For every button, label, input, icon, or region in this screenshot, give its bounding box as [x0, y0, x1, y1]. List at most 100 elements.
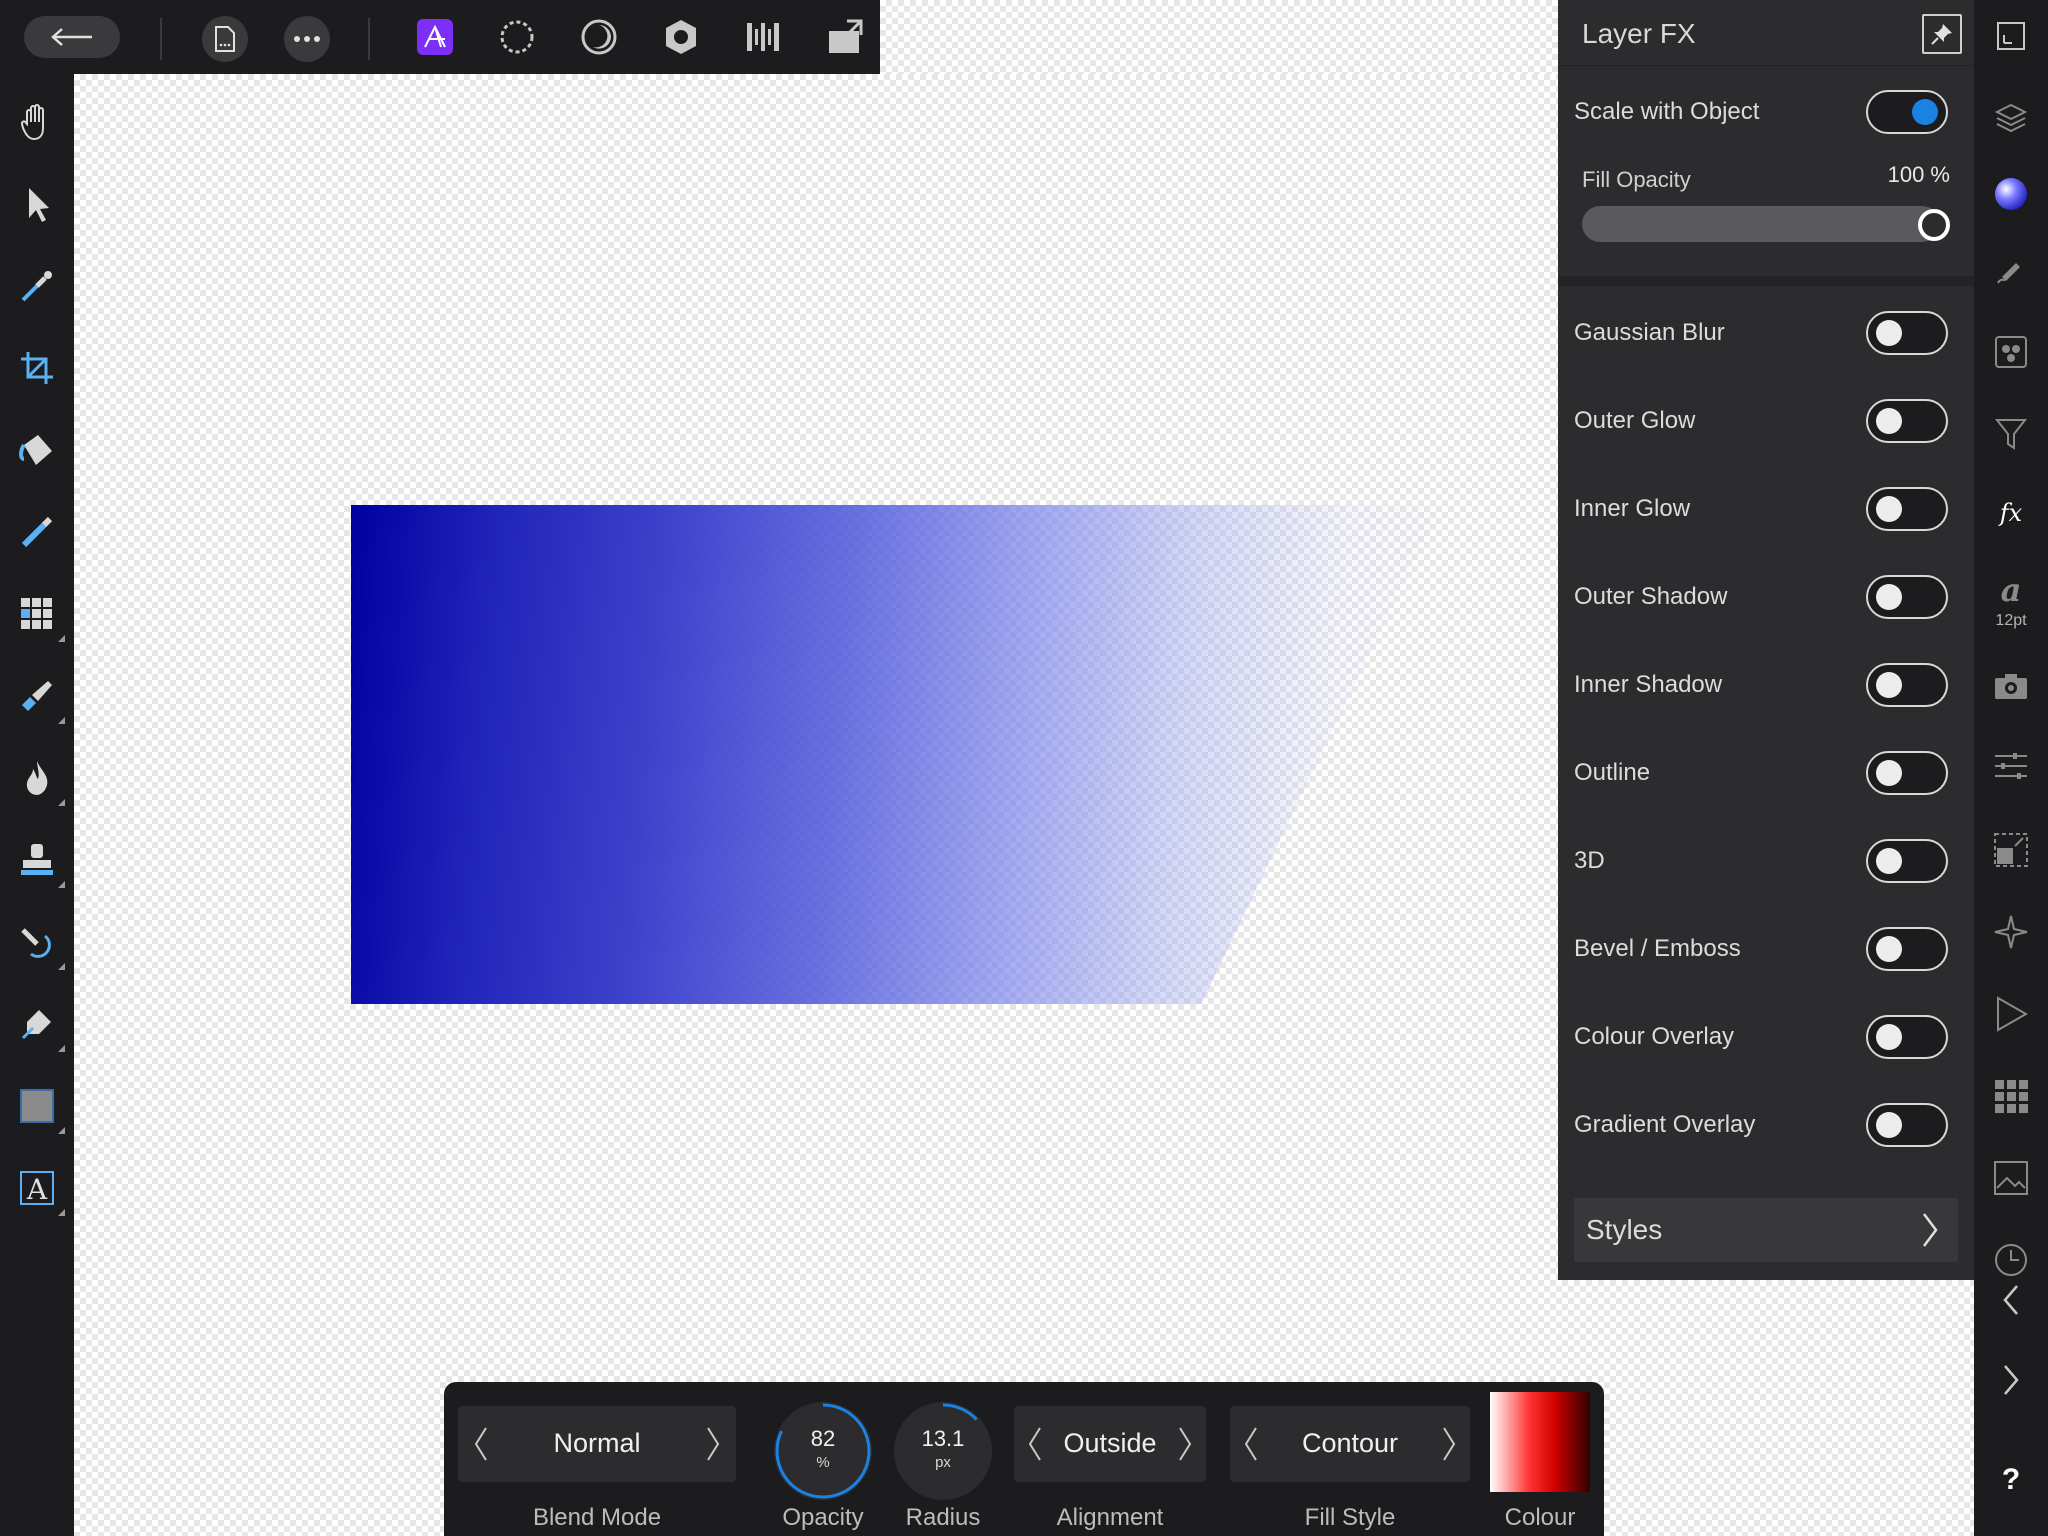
back-button[interactable] [24, 16, 120, 58]
scale-with-object-toggle[interactable] [1866, 90, 1948, 134]
outer-shadow-toggle[interactable] [1866, 575, 1948, 619]
fx-icon: fx [1998, 499, 2023, 527]
adjustments-studio-button[interactable] [1987, 410, 2035, 458]
styles-button[interactable]: Styles [1574, 1198, 1958, 1262]
fx-studio-button[interactable]: fx [1987, 490, 2035, 538]
flood-fill-icon [19, 435, 52, 465]
toggle-knob [1876, 936, 1902, 962]
stock-studio-button[interactable] [1987, 1154, 2035, 1202]
color-picker-tool[interactable] [13, 262, 61, 310]
pin-panel-button[interactable] [1922, 14, 1962, 54]
inner-shadow-toggle[interactable] [1866, 663, 1948, 707]
tone-mapping-persona-button[interactable] [658, 14, 704, 60]
fill-style-value: Contour [1301, 1428, 1399, 1458]
pen-tool[interactable] [13, 1000, 65, 1052]
gradient-rectangle-layer[interactable] [351, 505, 1441, 1004]
paint-brush-tool[interactable] [13, 672, 65, 724]
inner-glow-toggle[interactable] [1866, 487, 1948, 531]
channels-icon [1995, 336, 2027, 368]
chevron-right-icon[interactable] [1440, 1426, 1458, 1462]
swatches-studio-button[interactable] [1987, 1072, 2035, 1120]
blend-mode-selector[interactable]: Normal [458, 1406, 736, 1482]
crop-tool[interactable] [13, 344, 61, 392]
context-studio-button[interactable] [1987, 742, 2035, 790]
radius-caption: Radius [905, 1504, 981, 1531]
healing-tool[interactable] [13, 918, 65, 970]
gradient-overlay-toggle[interactable] [1866, 1103, 1948, 1147]
redo-button[interactable] [1987, 1356, 2035, 1404]
character-studio-button[interactable]: a [1987, 566, 2035, 614]
help-button[interactable]: ? [1987, 1456, 2035, 1504]
toggle-knob [1876, 848, 1902, 874]
clone-tool[interactable] [13, 836, 65, 888]
arrange-button[interactable] [822, 14, 868, 60]
camera-icon [1995, 674, 2027, 699]
chevron-left-icon [2003, 1285, 2018, 1315]
toggle-knob [1876, 496, 1902, 522]
flood-select-tool[interactable] [13, 590, 65, 642]
burn-tool[interactable] [13, 754, 65, 806]
macro-studio-button[interactable] [1987, 990, 2035, 1038]
outline-toggle[interactable] [1866, 751, 1948, 795]
layers-studio-button[interactable] [1987, 94, 2035, 142]
develop-persona-button[interactable] [576, 14, 622, 60]
channels-studio-button[interactable] [1987, 328, 2035, 376]
fill-opacity-slider[interactable] [1582, 206, 1940, 242]
selection-brush-tool[interactable] [13, 508, 61, 556]
funnel-icon [1994, 419, 2028, 450]
bevel-emboss-toggle[interactable] [1866, 927, 1948, 971]
transform-studio-button[interactable] [1987, 826, 2035, 874]
fill-style-caption: Fill Style [1304, 1504, 1396, 1531]
flood-select-icon [21, 598, 52, 629]
snapshots-studio-button[interactable] [1987, 662, 2035, 710]
navigator-compass-button[interactable] [1987, 908, 2035, 956]
clone-stamp-icon [21, 844, 53, 875]
more-button[interactable] [284, 16, 330, 62]
character-size-label: 12pt [1995, 612, 2027, 629]
chevron-right-icon[interactable] [704, 1426, 722, 1462]
undo-button[interactable] [1987, 1276, 2035, 1324]
canvas-top-strip[interactable] [880, 0, 1560, 74]
photo-persona-button[interactable] [412, 14, 458, 60]
opacity-unit: % [816, 1454, 830, 1471]
healing-brush-icon [21, 928, 51, 958]
rectangle-tool[interactable] [13, 1082, 65, 1134]
opacity-dial[interactable]: 82 % [774, 1402, 872, 1500]
brushes-studio-button[interactable] [1987, 246, 2035, 294]
liquify-persona-button[interactable] [494, 14, 540, 60]
colour-swatch[interactable] [1490, 1392, 1590, 1492]
radius-dial[interactable]: 13.1 px [894, 1402, 992, 1500]
3d-toggle[interactable] [1866, 839, 1948, 883]
opacity-caption: Opacity [782, 1504, 864, 1531]
toggle-knob [1876, 584, 1902, 610]
fill-style-selector[interactable]: Contour [1230, 1406, 1470, 1482]
view-tool[interactable] [13, 98, 61, 146]
outer-glow-toggle[interactable] [1866, 399, 1948, 443]
colour-overlay-toggle[interactable] [1866, 1015, 1948, 1059]
flyout-indicator [58, 1209, 65, 1216]
gaussian-blur-toggle[interactable] [1866, 311, 1948, 355]
alignment-selector[interactable]: Outside [1014, 1406, 1206, 1482]
transform-icon [1994, 833, 2028, 867]
flyout-indicator [58, 717, 65, 724]
blend-mode-caption: Blend Mode [532, 1504, 662, 1531]
toggle-knob [1876, 408, 1902, 434]
move-tool[interactable] [13, 180, 61, 228]
document-button[interactable] [202, 16, 248, 62]
effect-row-3d: 3D [1558, 831, 1974, 891]
move-icon [29, 188, 49, 222]
flood-fill-tool[interactable] [13, 426, 61, 474]
toggle-knob [1876, 320, 1902, 346]
effect-row-gaussian-blur: Gaussian Blur [1558, 303, 1974, 363]
top-toolbar [0, 0, 880, 74]
effect-row-colour-overlay: Colour Overlay [1558, 1007, 1974, 1067]
text-tool[interactable]: A [13, 1164, 65, 1216]
colour-studio-button[interactable] [1987, 170, 2035, 218]
navigator-studio-button[interactable] [1987, 12, 2035, 60]
chevron-right-icon[interactable] [1176, 1426, 1194, 1462]
export-persona-button[interactable] [740, 14, 786, 60]
navigator-icon [1997, 22, 2025, 50]
flyout-indicator [58, 963, 65, 970]
effect-label: Colour Overlay [1574, 1023, 1735, 1050]
fill-opacity-slider-handle[interactable] [1918, 209, 1950, 241]
